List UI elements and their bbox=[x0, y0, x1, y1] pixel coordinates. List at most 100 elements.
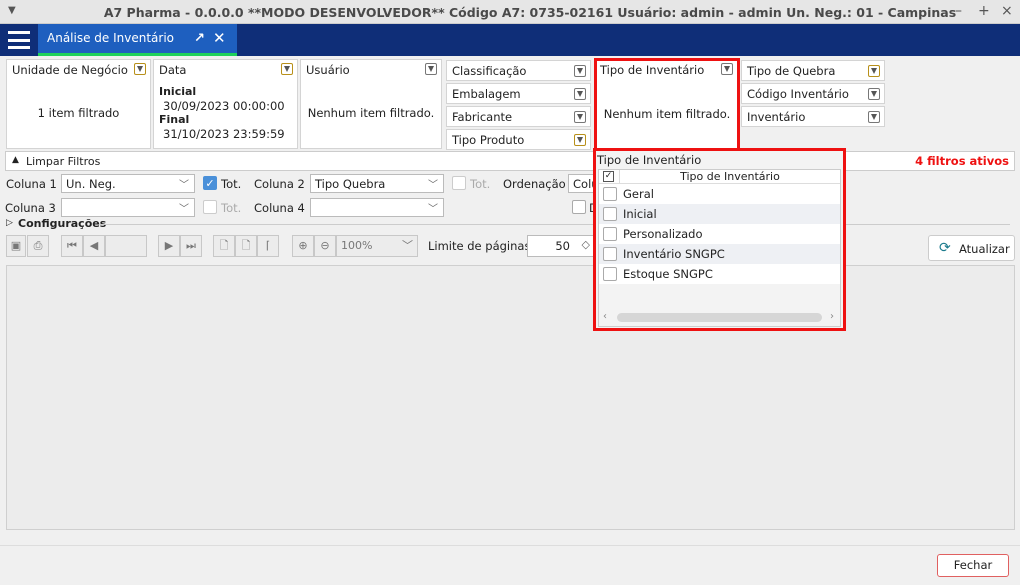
panel-title: Usuário bbox=[306, 63, 350, 77]
filter-codigo-inventario[interactable]: Código Inventário bbox=[741, 83, 885, 104]
tot3-checkbox[interactable] bbox=[203, 200, 217, 214]
panel-title: Tipo de Inventário bbox=[600, 63, 705, 77]
filter-unidade-negocio[interactable]: Unidade de Negócio 1 item filtrado bbox=[6, 59, 151, 149]
filter-icon bbox=[574, 134, 586, 146]
filter-icon[interactable] bbox=[721, 63, 733, 75]
filter-icon bbox=[868, 65, 880, 77]
save-icon[interactable]: ▣ bbox=[6, 235, 26, 257]
scroll-left-icon[interactable]: ‹ bbox=[603, 311, 607, 322]
coluna2-select[interactable]: Tipo Quebra ﹀ bbox=[310, 174, 444, 193]
zoom-out-icon[interactable]: ⊖ bbox=[314, 235, 336, 257]
select-all-checkbox[interactable]: ✓ bbox=[603, 171, 614, 182]
limpar-filtros-label: Limpar Filtros bbox=[26, 155, 101, 168]
filter-summary: 1 item filtrado bbox=[37, 106, 120, 120]
prev-page-icon[interactable]: ◀ bbox=[83, 235, 105, 257]
table-header: ✓ Tipo de Inventário bbox=[599, 170, 840, 184]
configuracoes-toggle[interactable]: Configurações bbox=[18, 217, 106, 230]
final-label: Final bbox=[159, 113, 190, 126]
filter-summary: Nenhum item filtrado. bbox=[307, 106, 435, 120]
filter-icon bbox=[574, 111, 586, 123]
filter-icon bbox=[574, 65, 586, 77]
filter-icon[interactable] bbox=[281, 63, 293, 75]
page-width-icon[interactable]: 🗋 bbox=[235, 235, 257, 257]
close-window-button[interactable]: × bbox=[1001, 3, 1013, 19]
report-area bbox=[6, 265, 1015, 530]
fechar-button[interactable]: Fechar bbox=[937, 554, 1009, 577]
inicial-date: 30/09/2023 00:00:00 bbox=[163, 99, 285, 113]
title-bar: ▼ A7 Pharma - 0.0.0.0 **MODO DESENVOLVED… bbox=[0, 0, 1020, 24]
tab-label: Análise de Inventário bbox=[47, 31, 175, 45]
filter-embalagem[interactable]: Embalagem bbox=[446, 83, 591, 104]
tot3-label: Tot. bbox=[221, 201, 242, 215]
d-checkbox[interactable] bbox=[572, 200, 586, 214]
coluna3-label: Coluna 3 bbox=[5, 201, 56, 215]
zoom-select[interactable]: 100% ﹀ bbox=[336, 235, 418, 257]
filter-tipo-quebra[interactable]: Tipo de Quebra bbox=[741, 60, 885, 81]
ordenacao-label: Ordenação bbox=[503, 177, 566, 191]
active-filters-count: 4 filtros ativos bbox=[915, 154, 1009, 168]
popout-icon[interactable]: ↗ bbox=[194, 31, 205, 46]
filter-icon[interactable] bbox=[425, 63, 437, 75]
column-header: Tipo de Inventário bbox=[680, 170, 780, 183]
filter-tipo-inventario[interactable]: Tipo de Inventário Nenhum item filtrado. bbox=[594, 58, 740, 151]
hamburger-menu-icon[interactable] bbox=[8, 31, 30, 49]
maximize-button[interactable]: + bbox=[978, 3, 990, 19]
tot1-checkbox[interactable]: ✓ bbox=[203, 176, 217, 190]
coluna4-label: Coluna 4 bbox=[254, 201, 305, 215]
coluna4-select[interactable]: ﹀ bbox=[310, 198, 444, 217]
tipo-inventario-dropdown: Tipo de Inventário ✓ Tipo de Inventário … bbox=[593, 148, 846, 331]
coluna3-select[interactable]: ﹀ bbox=[61, 198, 195, 217]
list-item[interactable]: Inventário SNGPC bbox=[599, 244, 840, 264]
last-page-icon[interactable]: ⏭ bbox=[180, 235, 202, 257]
divider bbox=[100, 224, 1010, 225]
filter-data[interactable]: Data Inicial 30/09/2023 00:00:00 Final 3… bbox=[153, 59, 298, 149]
filter-classificacao[interactable]: Classificação bbox=[446, 60, 591, 81]
tot1-label: Tot. bbox=[221, 177, 242, 191]
final-date: 31/10/2023 23:59:59 bbox=[163, 127, 285, 141]
inicial-label: Inicial bbox=[159, 85, 197, 98]
first-page-icon[interactable]: ⏮ bbox=[61, 235, 83, 257]
limite-label: Limite de páginas: bbox=[428, 239, 535, 253]
filter-fabricante[interactable]: Fabricante bbox=[446, 106, 591, 127]
panel-title: Data bbox=[159, 63, 187, 77]
items-table: ✓ Tipo de Inventário Geral Inicial Perso… bbox=[598, 169, 841, 327]
popup-title: Tipo de Inventário bbox=[597, 153, 702, 167]
filter-icon bbox=[868, 111, 880, 123]
list-item[interactable]: Estoque SNGPC bbox=[599, 264, 840, 284]
limpar-filtros-bar[interactable]: ▲ Limpar Filtros 4 filtros ativos bbox=[5, 151, 1015, 171]
filter-usuario[interactable]: Usuário Nenhum item filtrado. bbox=[300, 59, 442, 149]
tot2-label: Tot. bbox=[470, 177, 491, 191]
refresh-icon: ⟳ bbox=[939, 240, 951, 256]
page-field[interactable] bbox=[105, 235, 147, 257]
divider bbox=[0, 545, 1020, 546]
horizontal-scrollbar[interactable] bbox=[617, 313, 822, 322]
print-icon[interactable]: ⎙ bbox=[27, 235, 49, 257]
tot2-checkbox[interactable] bbox=[452, 176, 466, 190]
zoom-in-icon[interactable]: ⊕ bbox=[292, 235, 314, 257]
scroll-right-icon[interactable]: › bbox=[830, 311, 834, 322]
filter-icon bbox=[868, 88, 880, 100]
close-tab-icon[interactable]: ✕ bbox=[213, 29, 226, 47]
filter-icon bbox=[574, 88, 586, 100]
coluna1-select[interactable]: Un. Neg. ﹀ bbox=[61, 174, 195, 193]
next-page-icon[interactable]: ▶ bbox=[158, 235, 180, 257]
full-page-icon[interactable]: ⌈ bbox=[257, 235, 279, 257]
minimize-button[interactable]: – bbox=[955, 3, 962, 19]
limite-spinner[interactable]: 50 ◇ bbox=[527, 235, 595, 257]
filter-tipo-produto[interactable]: Tipo Produto bbox=[446, 129, 591, 150]
tab-analise-inventario[interactable]: Análise de Inventário ↗ ✕ bbox=[38, 24, 237, 56]
collapse-icon: ▲ bbox=[12, 155, 19, 165]
expand-icon[interactable]: ▷ bbox=[6, 218, 13, 228]
list-item[interactable]: Inicial bbox=[599, 204, 840, 224]
list-item[interactable]: Personalizado bbox=[599, 224, 840, 244]
page-icon[interactable]: 🗋 bbox=[213, 235, 235, 257]
window-title: A7 Pharma - 0.0.0.0 **MODO DESENVOLVEDOR… bbox=[103, 5, 957, 20]
coluna2-label: Coluna 2 bbox=[254, 177, 305, 191]
atualizar-button[interactable]: ⟳ Atualizar bbox=[928, 235, 1015, 261]
filter-inventario[interactable]: Inventário bbox=[741, 106, 885, 127]
filter-summary: Nenhum item filtrado. bbox=[603, 107, 731, 121]
panel-title: Unidade de Negócio bbox=[12, 63, 128, 77]
filter-icon[interactable] bbox=[134, 63, 146, 75]
list-item[interactable]: Geral bbox=[599, 184, 840, 204]
coluna1-label: Coluna 1 bbox=[6, 177, 57, 191]
